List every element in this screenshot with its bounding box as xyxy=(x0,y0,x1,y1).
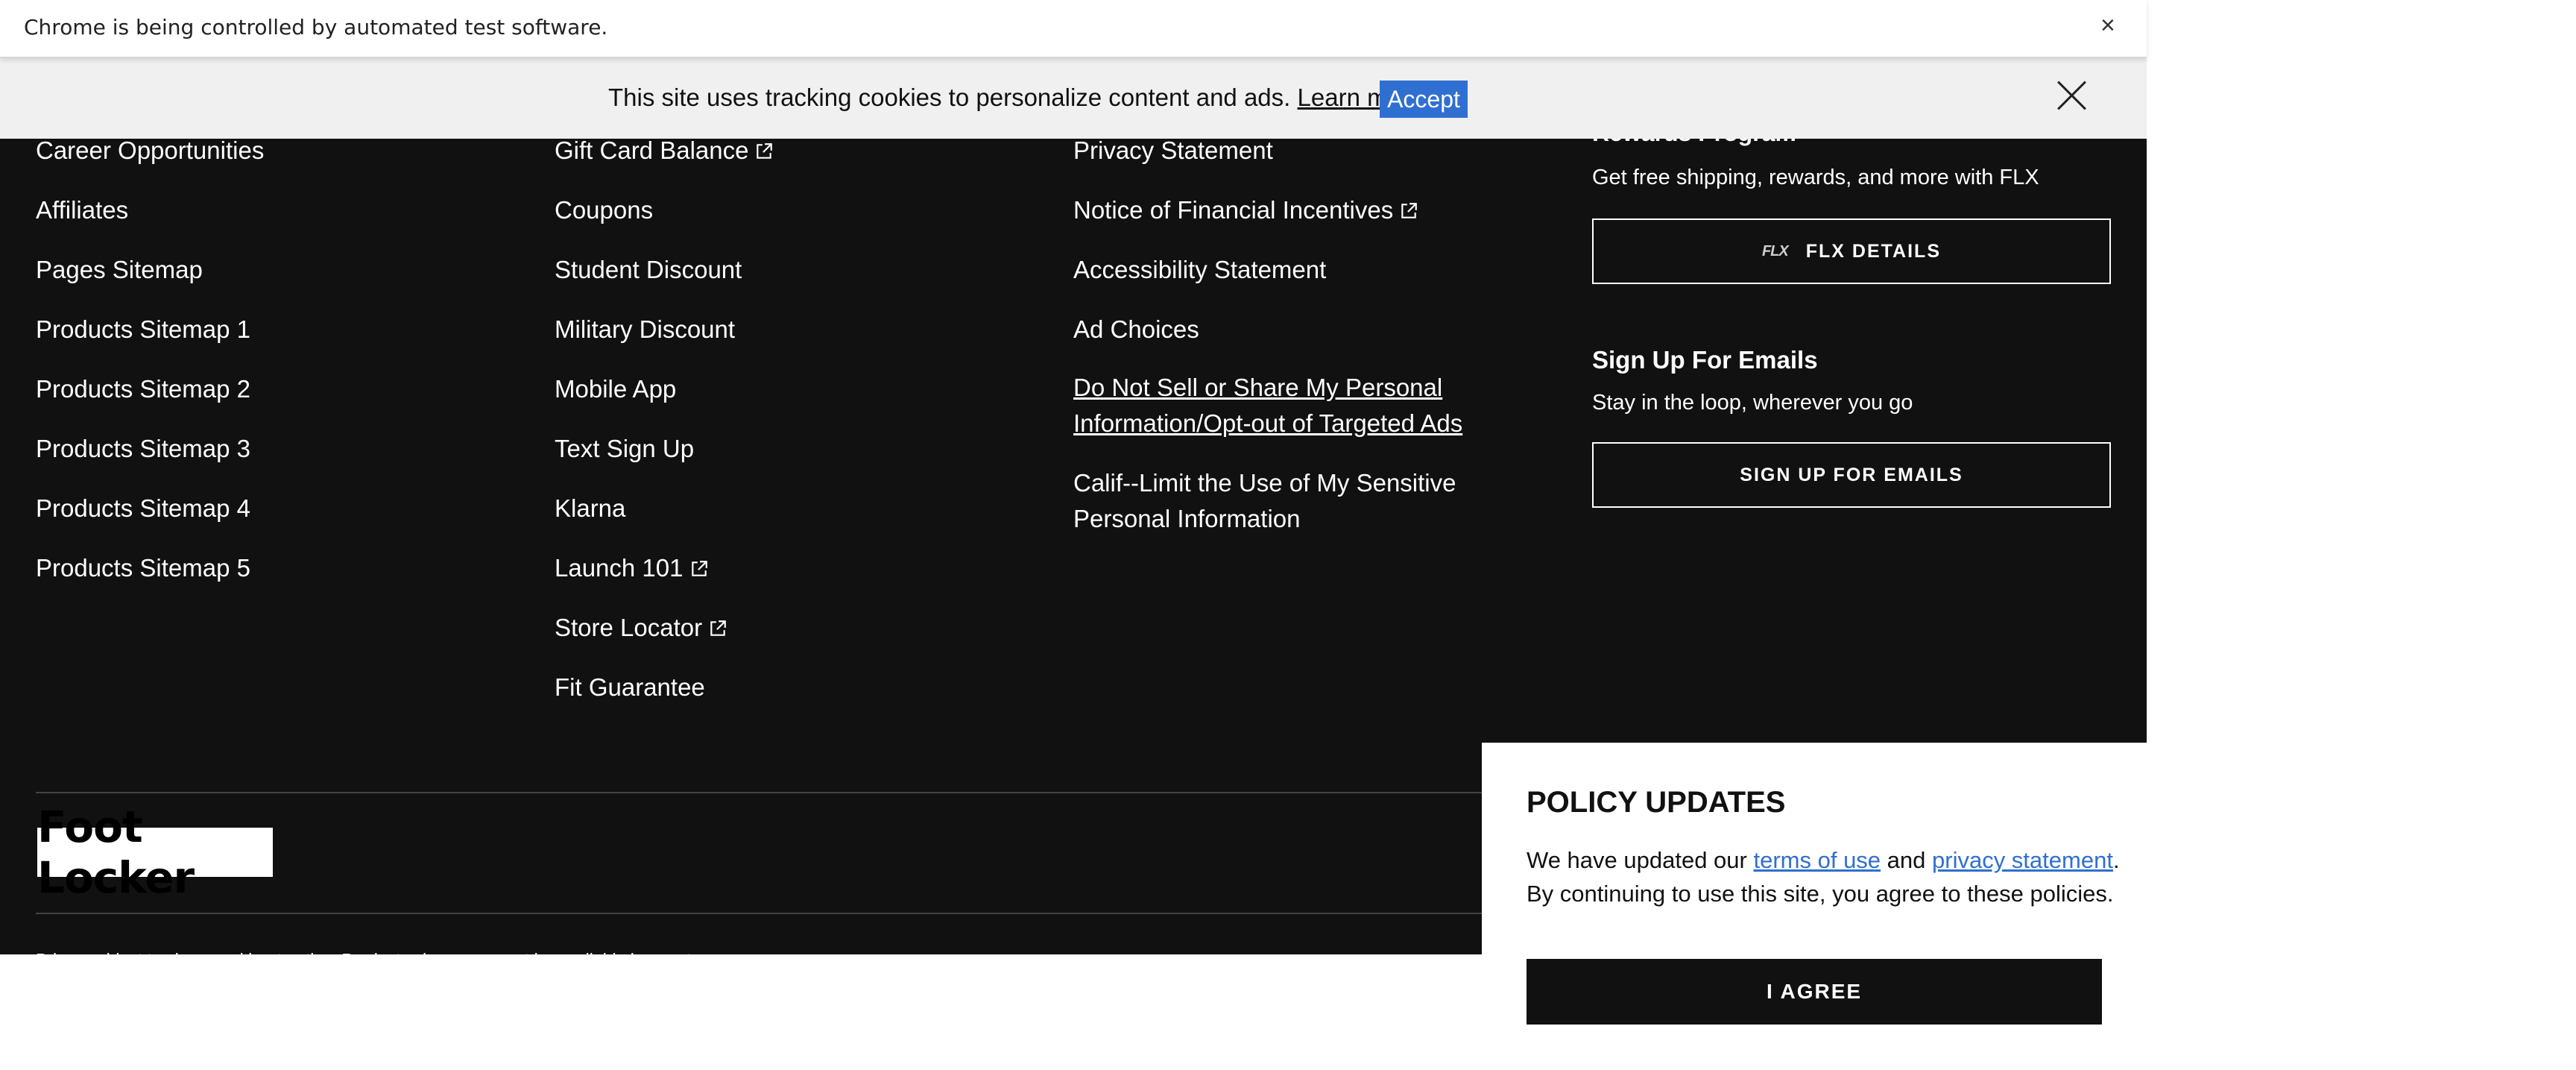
emails-subtext: Stay in the loop, wherever you go xyxy=(1592,391,1913,415)
external-link-icon xyxy=(757,143,773,159)
footer-link-gift-card-balance[interactable]: Gift Card Balance xyxy=(555,134,774,167)
link-label: Store Locator xyxy=(555,614,703,641)
footer-link-text-sign-up[interactable]: Text Sign Up xyxy=(555,432,694,465)
footer-link-career-opportunities[interactable]: Career Opportunities xyxy=(36,134,264,167)
link-label: Launch 101 xyxy=(555,554,684,582)
footer-link-pages-sitemap[interactable]: Pages Sitemap xyxy=(36,254,203,286)
footer-link-products-sitemap-5[interactable]: Products Sitemap 5 xyxy=(36,552,250,585)
footer-link-products-sitemap-4[interactable]: Products Sitemap 4 xyxy=(36,492,250,525)
footer-link-military-discount[interactable]: Military Discount xyxy=(555,313,735,346)
external-link-icon xyxy=(1401,203,1418,218)
flx-logo-icon: FLX xyxy=(1761,242,1789,259)
logo-wordmark: Foot Locker xyxy=(37,802,195,903)
footer-link-affiliates[interactable]: Affiliates xyxy=(36,194,128,227)
footer-link-fit-guarantee[interactable]: Fit Guarantee xyxy=(555,671,705,704)
footer-link-products-sitemap-3[interactable]: Products Sitemap 3 xyxy=(36,432,250,465)
privacy-statement-link[interactable]: privacy statement xyxy=(1932,847,2113,873)
cookie-close-icon[interactable] xyxy=(2056,79,2089,112)
i-agree-button[interactable]: I AGREE xyxy=(1527,959,2102,1025)
rewards-subtext: Get free shipping, rewards, and more wit… xyxy=(1592,166,2039,189)
footer-link-student-discount[interactable]: Student Discount xyxy=(555,254,742,286)
footer-link-products-sitemap-1[interactable]: Products Sitemap 1 xyxy=(36,313,250,346)
policy-text: and xyxy=(1881,847,1932,873)
policy-text: We have updated our xyxy=(1527,847,1754,873)
footer-link-privacy-statement[interactable]: Privacy Statement xyxy=(1073,134,1273,167)
foot-locker-logo[interactable]: Foot Locker xyxy=(37,802,273,903)
external-link-icon xyxy=(691,561,707,576)
button-label: FLX DETAILS xyxy=(1805,240,1942,262)
infobar-close-icon[interactable]: × xyxy=(2100,10,2115,40)
external-link-icon xyxy=(710,620,726,636)
footer-link-coupons[interactable]: Coupons xyxy=(555,194,653,227)
terms-of-use-link[interactable]: terms of use xyxy=(1753,847,1881,873)
link-label: Notice of Financial Incentives xyxy=(1073,196,1394,224)
footer-link-products-sitemap-2[interactable]: Products Sitemap 2 xyxy=(36,373,250,406)
automation-notice: Chrome is being controlled by automated … xyxy=(24,15,608,40)
footer-link-launch-101[interactable]: Launch 101 xyxy=(555,552,709,585)
flx-details-button[interactable]: FLX FLX DETAILS xyxy=(1592,218,2111,284)
viewport-blank-area xyxy=(2147,0,2576,1070)
footer-link-store-locator[interactable]: Store Locator xyxy=(555,611,727,644)
link-label: Gift Card Balance xyxy=(555,136,749,164)
footer-link-ad-choices[interactable]: Ad Choices xyxy=(1073,313,1199,346)
cookie-message: This site uses tracking cookies to perso… xyxy=(608,84,1423,112)
policy-title: POLICY UPDATES xyxy=(1527,786,1786,819)
policy-updates-modal: POLICY UPDATES We have updated our terms… xyxy=(1482,743,2147,1070)
footer-link-limit-sensitive-info[interactable]: Calif--Limit the Use of My Sensitive Per… xyxy=(1073,465,1491,537)
footer-link-klarna[interactable]: Klarna xyxy=(555,492,625,525)
cookie-text: This site uses tracking cookies to perso… xyxy=(608,84,1291,111)
footer-link-mobile-app[interactable]: Mobile App xyxy=(555,373,676,406)
automation-infobar: Chrome is being controlled by automated … xyxy=(0,0,2147,58)
sign-up-emails-button[interactable]: SIGN UP FOR EMAILS xyxy=(1592,442,2111,508)
emails-heading: Sign Up For Emails xyxy=(1592,346,1818,374)
footer-link-financial-incentives[interactable]: Notice of Financial Incentives xyxy=(1073,194,1418,227)
footer-link-do-not-sell[interactable]: Do Not Sell or Share My Personal Informa… xyxy=(1073,370,1491,441)
policy-body: We have updated our terms of use and pri… xyxy=(1527,843,2123,910)
accept-cookies-button[interactable]: Accept xyxy=(1380,81,1468,118)
footer-link-accessibility-statement[interactable]: Accessibility Statement xyxy=(1073,254,1326,286)
cookie-banner: This site uses tracking cookies to perso… xyxy=(0,58,2147,139)
